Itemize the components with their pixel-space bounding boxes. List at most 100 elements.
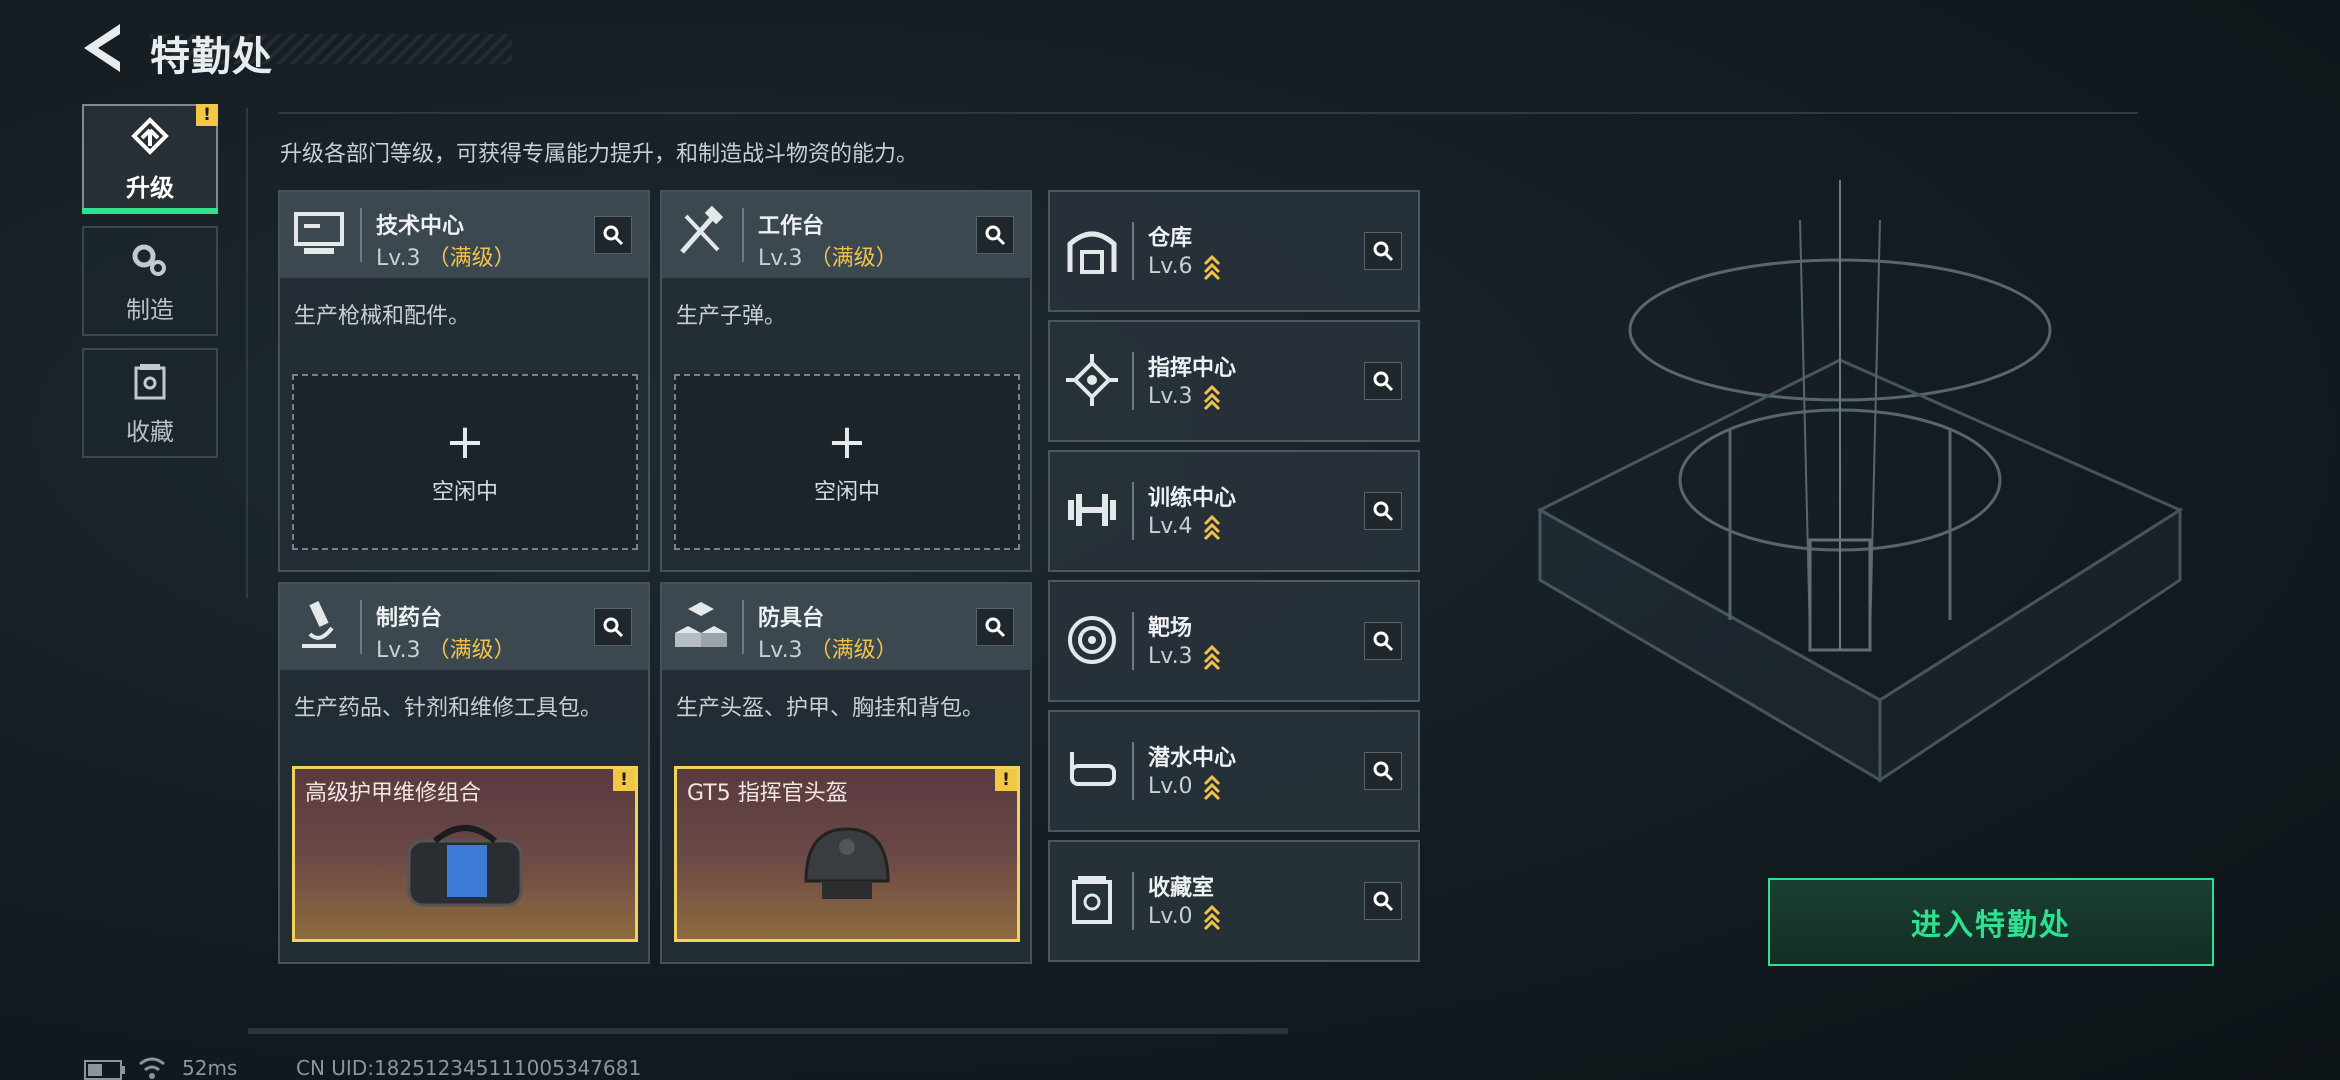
wifi-icon	[139, 1057, 165, 1079]
card-header: 工作台 Lv.3 （满级）	[662, 192, 1030, 278]
scroll-track	[248, 1028, 1288, 1034]
max-level-tag: （满级）	[809, 246, 898, 271]
facility-card-armor-bench[interactable]: 防具台 Lv.3 （满级） 生产头盔、护甲、胸挂和背包。 GT5 指挥官头盔 !	[660, 582, 1032, 964]
facility-level: Lv.3 （满级）	[758, 246, 898, 271]
upgrade-chevron-icon	[1203, 384, 1220, 410]
facility-card-pharmacy[interactable]: 制药台 Lv.3 （满级） 生产药品、针剂和维修工具包。 高级护甲维修组合 !	[278, 582, 650, 964]
max-level-tag: （满级）	[427, 246, 516, 271]
upgrade-icon	[131, 116, 169, 155]
target-icon	[1068, 616, 1116, 664]
separator	[1132, 352, 1134, 410]
search-button[interactable]	[1364, 882, 1402, 920]
upgrade-chevron-icon	[1203, 774, 1220, 800]
tools-icon	[680, 205, 724, 254]
search-button[interactable]	[1364, 492, 1402, 530]
separator	[1132, 482, 1134, 540]
search-icon	[985, 225, 1006, 246]
gears-icon	[132, 244, 166, 276]
product-name: 高级护甲维修组合	[305, 781, 482, 806]
separator	[360, 600, 362, 654]
facility-name: 技术中心	[376, 214, 465, 239]
upgrade-chevron-icon	[1203, 514, 1220, 540]
uid-text: CN UID:18251234511100534768​1	[296, 1056, 642, 1080]
facility-level: Lv.3	[1148, 382, 1221, 410]
facility-name: 制药台	[376, 606, 443, 631]
latency-text: 52ms	[182, 1056, 238, 1080]
search-button[interactable]	[594, 608, 632, 646]
facility-level: Lv.0	[1148, 902, 1221, 930]
production-slot-item[interactable]: GT5 指挥官头盔 !	[674, 766, 1020, 942]
helmet-icon	[804, 827, 890, 899]
facility-hologram-illustration	[1536, 180, 2184, 783]
search-button[interactable]	[1364, 622, 1402, 660]
product-name: GT5 指挥官头盔	[687, 781, 848, 806]
facility-diving-center[interactable]: 潜水中心 Lv.0	[1048, 710, 1420, 832]
tab-collection[interactable]: 收藏	[82, 348, 218, 458]
back-button[interactable]	[80, 22, 128, 74]
facility-collection-room[interactable]: 收藏室 Lv.0	[1048, 840, 1420, 962]
active-indicator	[82, 208, 218, 214]
search-icon	[603, 617, 624, 638]
warning-badge: !	[196, 104, 218, 126]
microscope-icon	[302, 601, 336, 648]
search-icon	[603, 225, 624, 246]
separator	[1132, 742, 1134, 800]
separator	[1132, 612, 1134, 670]
separator	[742, 208, 744, 262]
max-level-tag: （满级）	[809, 638, 898, 663]
search-button[interactable]	[1364, 752, 1402, 790]
tab-manufacture[interactable]: 制造	[82, 226, 218, 336]
production-slot-idle[interactable]: + 空闲中	[292, 374, 638, 550]
plus-icon: +	[444, 414, 486, 470]
facility-card-tech-center[interactable]: 技术中心 Lv.3 （满级） 生产枪械和配件。 + 空闲中	[278, 190, 650, 572]
tab-label: 收藏	[126, 417, 174, 446]
tab-label: 升级	[126, 173, 174, 202]
upgrade-chevron-icon	[1203, 904, 1220, 930]
card-header: 技术中心 Lv.3 （满级）	[280, 192, 648, 278]
search-icon	[1373, 241, 1394, 262]
separator	[742, 600, 744, 654]
facility-level: Lv.3	[1148, 642, 1221, 670]
search-icon	[1373, 891, 1394, 912]
divider	[278, 112, 2138, 114]
facility-name: 仓库	[1148, 226, 1193, 251]
divider	[246, 108, 248, 598]
facility-name: 收藏室	[1148, 876, 1215, 901]
search-button[interactable]	[1364, 362, 1402, 400]
enter-special-ops-button[interactable]: 进入特勤处	[1768, 878, 2214, 966]
facility-name: 训练中心	[1148, 486, 1237, 511]
battery-icon	[84, 1060, 125, 1080]
facility-name: 潜水中心	[1148, 746, 1237, 771]
page-description: 升级各部门等级，可获得专属能力提升，和制造战斗物资的能力。	[280, 142, 919, 167]
facility-level: Lv.6	[1148, 252, 1221, 280]
tab-upgrade[interactable]: 升级 !	[82, 104, 218, 214]
production-slot-item[interactable]: 高级护甲维修组合 !	[292, 766, 638, 942]
production-slot-idle[interactable]: + 空闲中	[674, 374, 1020, 550]
search-button[interactable]	[594, 216, 632, 254]
warning-badge: !	[995, 769, 1017, 791]
facility-command-center[interactable]: 指挥中心 Lv.3	[1048, 320, 1420, 442]
facility-name: 靶场	[1148, 616, 1193, 641]
repair-kit-bag-icon	[407, 825, 523, 907]
facility-level: Lv.0	[1148, 772, 1221, 800]
facility-level: Lv.3 （满级）	[376, 638, 516, 663]
facility-description: 生产头盔、护甲、胸挂和背包。	[676, 696, 985, 721]
computer-icon	[294, 212, 344, 254]
facility-name: 防具台	[758, 606, 825, 631]
search-button[interactable]	[976, 608, 1014, 646]
search-button[interactable]	[976, 216, 1014, 254]
facility-shooting-range[interactable]: 靶场 Lv.3	[1048, 580, 1420, 702]
chip-icon	[1066, 354, 1118, 406]
facility-description: 生产子弹。	[676, 304, 787, 329]
search-icon	[1373, 501, 1394, 522]
search-button[interactable]	[1364, 232, 1402, 270]
facility-card-workbench[interactable]: 工作台 Lv.3 （满级） 生产子弹。 + 空闲中	[660, 190, 1032, 572]
facility-warehouse[interactable]: 仓库 Lv.6	[1048, 190, 1420, 312]
max-level-tag: （满级）	[427, 638, 516, 663]
diving-mask-icon	[1070, 752, 1116, 786]
facility-training-center[interactable]: 训练中心 Lv.4	[1048, 450, 1420, 572]
page-title: 特勤处	[150, 34, 273, 80]
warehouse-icon	[1067, 231, 1117, 274]
warning-badge: !	[613, 769, 635, 791]
upgrade-chevron-icon	[1203, 644, 1220, 670]
